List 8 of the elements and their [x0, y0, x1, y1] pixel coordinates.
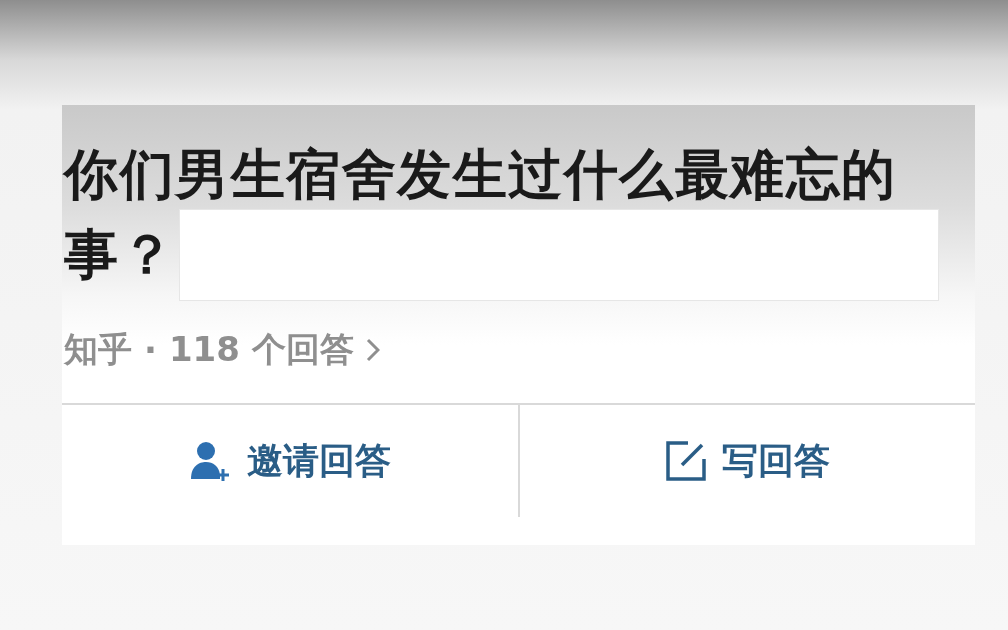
invite-answer-button[interactable]: 邀请回答	[62, 405, 518, 517]
chevron-icon	[365, 338, 380, 362]
separator: ·	[144, 330, 157, 370]
source-label: 知乎	[64, 328, 132, 371]
edit-icon	[664, 439, 709, 483]
question-title: 事？	[64, 222, 175, 288]
question-title: 你们男生宿舍发生过什么最难忘的	[64, 142, 897, 208]
write-answer-button[interactable]: 写回答	[517, 405, 975, 517]
